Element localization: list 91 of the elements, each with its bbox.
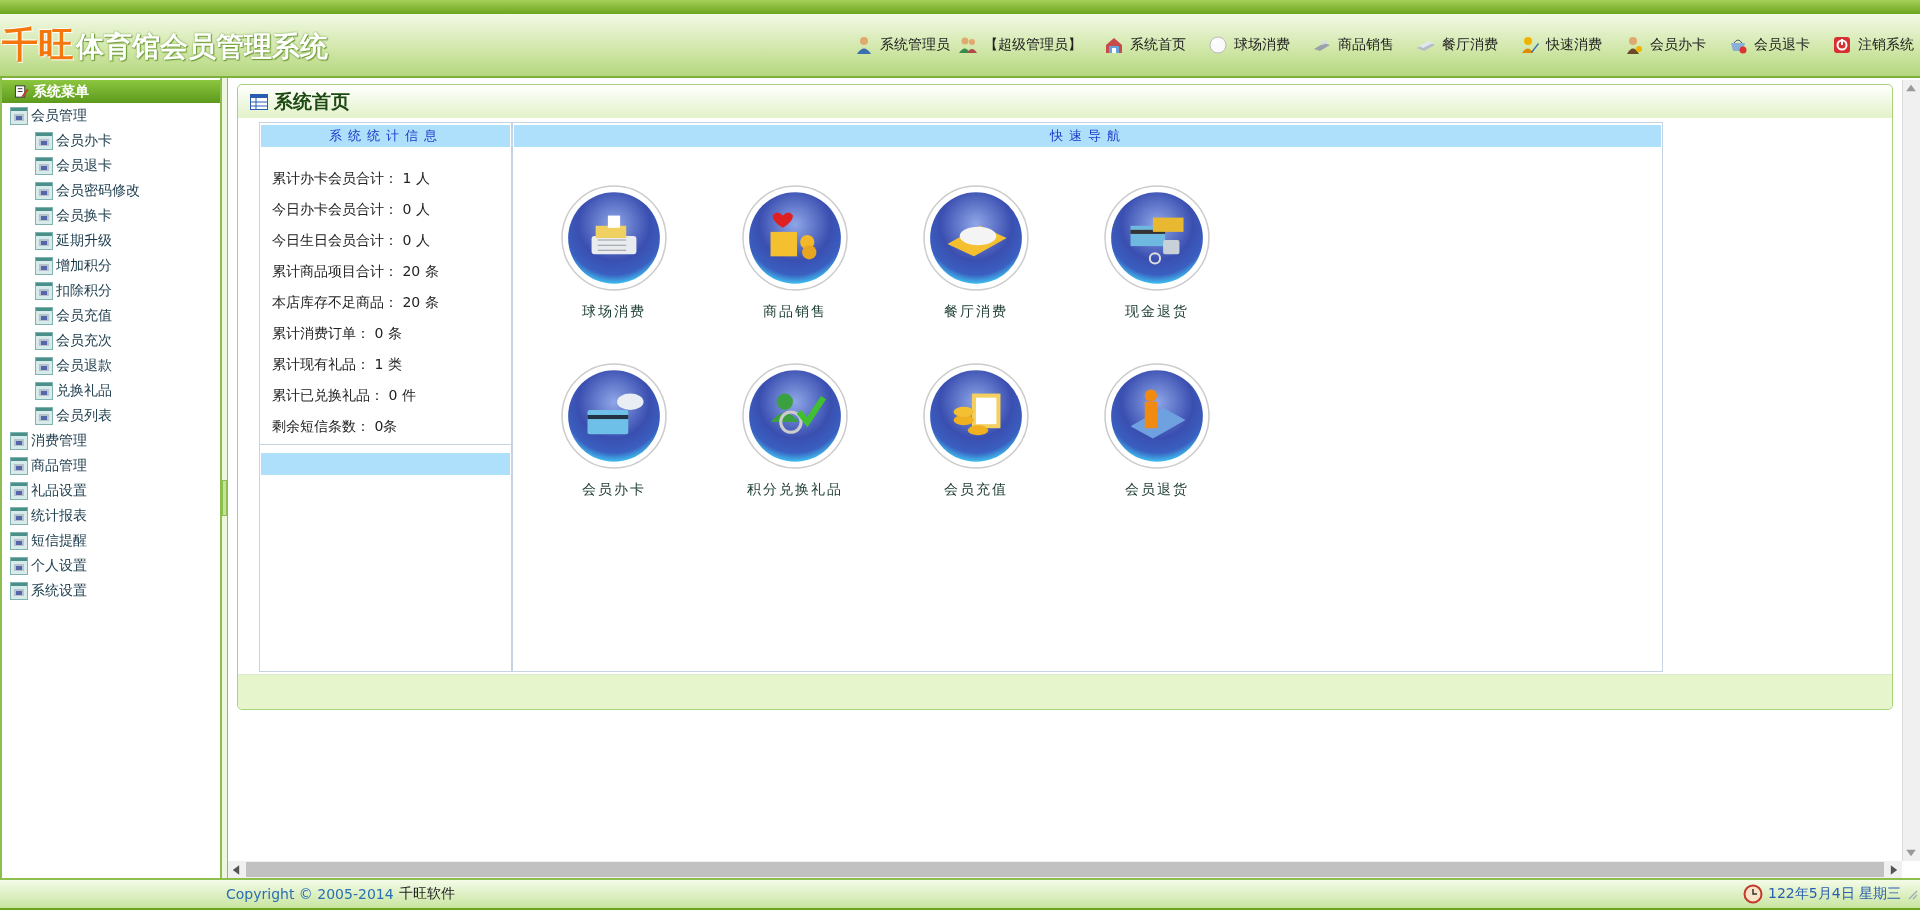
stat-line: 今日生日会员合计： 0 人	[272, 231, 431, 250]
quick-nav-label[interactable]: 积分兑换礼品	[746, 481, 843, 499]
logo-brand: 千旺	[2, 27, 74, 63]
window-icon	[10, 556, 28, 575]
date-text: 122年5月4日 星期三	[1768, 885, 1901, 903]
quick-nav-label[interactable]: 会员退货	[1124, 481, 1189, 499]
nav-link[interactable]: 系统首页	[1104, 35, 1186, 55]
quick-nav-item[interactable]: 商品销售	[704, 185, 885, 321]
user-role: 【超级管理员】	[984, 36, 1082, 54]
table-icon	[250, 93, 268, 110]
nav-link[interactable]: 会员办卡	[1624, 35, 1706, 55]
menu-item[interactable]: 会员管理	[2, 103, 220, 128]
menu-item[interactable]: 会员退款	[2, 353, 220, 378]
stat-line: 剩余短信条数： 0条	[272, 417, 399, 436]
user-check-icon[interactable]	[741, 363, 848, 469]
menu-item[interactable]: 延期升级	[2, 228, 220, 253]
nav-link[interactable]: 餐厅消费	[1416, 35, 1498, 55]
power-icon[interactable]	[1832, 35, 1852, 55]
menu-item[interactable]: 短信提醒	[2, 528, 220, 553]
menu-item[interactable]: 系统设置	[2, 578, 220, 603]
nav-link[interactable]: 快速消费	[1520, 35, 1602, 55]
gift-box-icon[interactable]	[741, 185, 848, 291]
stat-line: 累计已兑换礼品： 0 件	[272, 386, 417, 405]
window-icon	[10, 506, 28, 525]
quick-nav-item[interactable]: 餐厅消费	[885, 185, 1066, 321]
quick-nav-item[interactable]: 会员办卡	[523, 363, 704, 499]
quick-nav-header: 快速导航	[514, 125, 1661, 147]
menu-item[interactable]: 会员换卡	[2, 203, 220, 228]
menu-item[interactable]: 会员办卡	[2, 128, 220, 153]
stat-line: 今日办卡会员合计： 0 人	[272, 200, 431, 219]
home-icon[interactable]	[1104, 35, 1124, 55]
window-icon	[10, 431, 28, 450]
quick-nav-label[interactable]: 餐厅消费	[943, 303, 1008, 321]
menu-item[interactable]: 会员充值	[2, 303, 220, 328]
menu-item[interactable]: 消费管理	[2, 428, 220, 453]
users-icon	[958, 35, 978, 55]
cash-register-icon[interactable]	[560, 185, 667, 291]
company-name: 千旺软件	[398, 885, 455, 903]
coins-icon[interactable]	[922, 363, 1029, 469]
menu-item[interactable]: 扣除积分	[2, 278, 220, 303]
stats-header: 系统统计信息	[261, 125, 510, 147]
quick-nav-item[interactable]: 现金退货	[1066, 185, 1247, 321]
window-icon	[10, 456, 28, 475]
stat-line: 累计办卡会员合计： 1 人	[272, 169, 431, 188]
stat-line: 累计现有礼品： 1 类	[272, 355, 403, 374]
menu-item[interactable]: 增加积分	[2, 253, 220, 278]
stat-line: 累计消费订单： 0 条	[272, 324, 403, 343]
user-name: 系统管理员	[880, 36, 950, 54]
quick-nav-item[interactable]: 会员退货	[1066, 363, 1247, 499]
person-book-icon[interactable]	[1103, 363, 1210, 469]
menu-item[interactable]: 兑换礼品	[2, 378, 220, 403]
window-icon	[10, 481, 28, 500]
menu-item[interactable]: 会员列表	[2, 403, 220, 428]
resize-grip-icon[interactable]	[1906, 888, 1918, 900]
app-title: 体育馆会员管理系统	[76, 32, 328, 63]
menu-item[interactable]: 会员密码修改	[2, 178, 220, 203]
splitter-handle[interactable]	[222, 480, 227, 516]
clock-icon	[1743, 884, 1763, 904]
menu-item[interactable]: 个人设置	[2, 553, 220, 578]
menu-item[interactable]: 统计报表	[2, 503, 220, 528]
quick-nav-label[interactable]: 会员办卡	[581, 481, 646, 499]
menu-item[interactable]: 会员退卡	[2, 153, 220, 178]
user-pencil-icon[interactable]	[1520, 35, 1540, 55]
stat-line: 本店库存不足商品： 20 条	[272, 293, 440, 312]
nav-link[interactable]: 商品销售	[1312, 35, 1394, 55]
menu-item[interactable]: 礼品设置	[2, 478, 220, 503]
quick-nav-item[interactable]: 积分兑换礼品	[704, 363, 885, 499]
window-icon	[10, 531, 28, 550]
menu-item[interactable]: 会员充次	[2, 328, 220, 353]
stat-line: 累计商品项目合计： 20 条	[272, 262, 440, 281]
quick-nav-label[interactable]: 球场消费	[581, 303, 646, 321]
quick-nav-label[interactable]: 商品销售	[762, 303, 827, 321]
nav-link[interactable]: 注销系统	[1832, 35, 1914, 55]
quick-nav-item[interactable]: 会员充值	[885, 363, 1066, 499]
window-icon	[10, 106, 28, 125]
quick-nav-label[interactable]: 现金退货	[1124, 303, 1189, 321]
copyright-text: Copyright © 2005-2014	[226, 886, 394, 902]
vertical-scrollbar[interactable]	[1902, 80, 1920, 861]
nav-link[interactable]: 球场消费	[1208, 35, 1290, 55]
pencil-note-icon	[14, 84, 29, 99]
user-icon	[854, 35, 874, 55]
window-icon	[10, 581, 28, 600]
menu-item[interactable]: 商品管理	[2, 453, 220, 478]
panel-title: 系统首页	[274, 88, 350, 114]
quick-nav-item[interactable]: 球场消费	[523, 185, 704, 321]
sidebar-title: 系统菜单	[33, 82, 89, 101]
card-lock-icon[interactable]	[1103, 185, 1210, 291]
nav-link[interactable]: 会员退卡	[1728, 35, 1810, 55]
card-icon[interactable]	[560, 363, 667, 469]
quick-nav-label[interactable]: 会员充值	[943, 481, 1008, 499]
user-icon[interactable]	[1624, 35, 1644, 55]
